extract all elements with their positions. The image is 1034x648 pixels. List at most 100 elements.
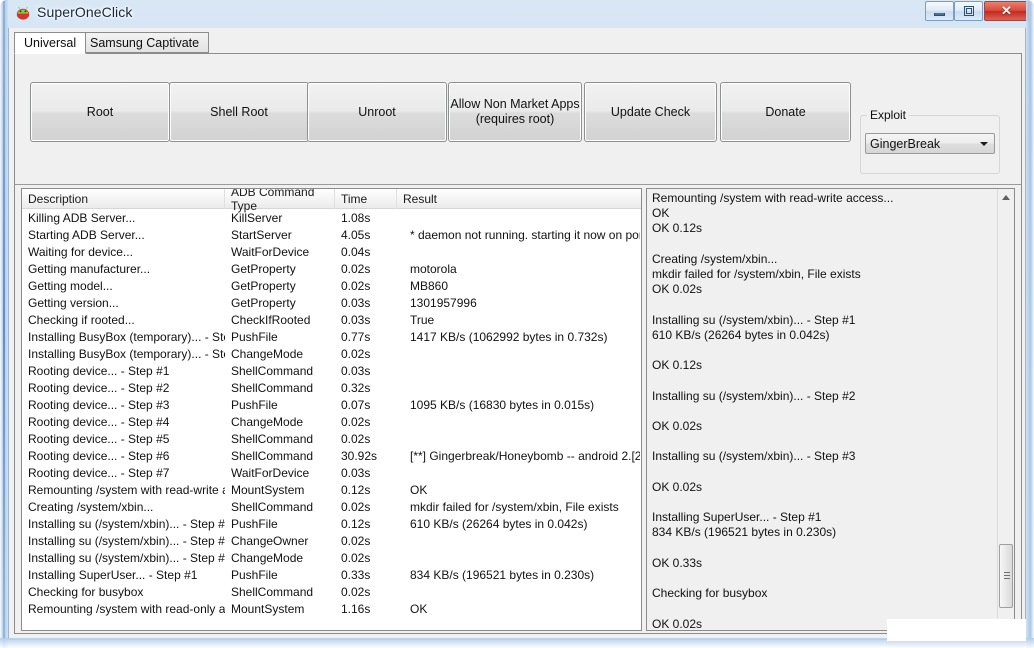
allow-non-market-apps-button[interactable]: Allow Non Market Apps (requires root) — [448, 82, 582, 142]
table-row[interactable]: Remounting /system with read-only ac... M… — [22, 601, 641, 618]
column-header-result[interactable]: Result — [397, 189, 641, 209]
table-row[interactable]: Getting model... GetProperty 0.02s MB860 — [22, 278, 641, 295]
table-cell: Rooting device... - Step #5 — [28, 432, 170, 446]
table-row[interactable]: Rooting device... - Step #6 ShellCommand 3… — [22, 448, 641, 465]
table-cell: ChangeMode — [231, 551, 304, 565]
log-text: Remounting /system with read-write acces… — [652, 191, 894, 631]
window-border-bottom — [0, 638, 1034, 648]
table-row[interactable]: Remounting /system with read-write a... M… — [22, 482, 641, 499]
column-header-time[interactable]: Time — [335, 189, 397, 209]
close-icon: ✕ — [1001, 3, 1012, 18]
table-cell: 0.02s — [341, 432, 371, 446]
table-cell — [410, 533, 640, 550]
table-row[interactable]: Installing su (/system/xbin)... - Step #… — [22, 516, 641, 533]
table-row[interactable]: Getting manufacturer... GetProperty 0.02s m… — [22, 261, 641, 278]
table-cell: Installing BusyBox (temporary)... - Step… — [28, 347, 225, 361]
table-cell — [410, 244, 640, 261]
minimize-icon — [926, 2, 953, 20]
table-cell: Killing ADB Server... — [28, 211, 136, 225]
table-cell: Rooting device... - Step #7 — [28, 466, 170, 480]
table-cell: Checking for busybox — [28, 585, 144, 599]
column-header-description[interactable]: Description — [22, 189, 225, 209]
table-row[interactable]: Creating /system/xbin... ShellCommand 0.02… — [22, 499, 641, 516]
table-row[interactable]: Checking for busybox ShellCommand 0.02s — [22, 584, 641, 601]
tab-samsung-captivate[interactable]: Samsung Captivate — [80, 32, 210, 53]
shell-root-button[interactable]: Shell Root — [169, 82, 309, 142]
table-cell: Installing su (/system/xbin)... - Step #… — [28, 517, 225, 531]
table-cell: GetProperty — [231, 262, 296, 276]
table-row[interactable]: Installing BusyBox (temporary)... - Step… — [22, 329, 641, 346]
table-row[interactable]: Rooting device... - Step #2 ShellCommand 0… — [22, 380, 641, 397]
table-row[interactable]: Rooting device... - Step #1 ShellCommand 0… — [22, 363, 641, 380]
tab-page-universal: Root Shell Root Unroot Allow Non Market … — [14, 53, 1022, 634]
table-cell: 0.02s — [341, 534, 371, 548]
donate-button[interactable]: Donate — [720, 82, 851, 142]
table-cell — [410, 346, 640, 363]
table-cell: 1.08s — [341, 211, 371, 225]
table-row[interactable]: Killing ADB Server... KillServer 1.08s — [22, 210, 641, 227]
table-cell: ShellCommand — [231, 432, 314, 446]
tab-label: Universal — [24, 36, 77, 50]
tab-universal[interactable]: Universal — [14, 32, 87, 54]
table-cell: 1417 KB/s (1062992 bytes in 0.732s) — [410, 330, 608, 344]
table-cell: Installing su (/system/xbin)... - Step #… — [28, 551, 225, 565]
android-robot-icon — [16, 6, 30, 20]
table-cell: StartServer — [231, 228, 292, 242]
table-row[interactable]: Installing su (/system/xbin)... - Step #… — [22, 533, 641, 550]
table-cell: Getting model... — [28, 279, 113, 293]
command-list[interactable]: Description ADB Command Type Time Result… — [21, 188, 642, 631]
exploit-selected-value: GingerBreak — [870, 137, 941, 151]
table-row[interactable]: Rooting device... - Step #5 ShellCommand 0… — [22, 431, 641, 448]
unroot-button[interactable]: Unroot — [307, 82, 447, 142]
title-bar[interactable]: SuperOneClick ✕ — [0, 0, 1034, 28]
maximize-button[interactable] — [954, 1, 983, 21]
column-header-adb-command-type[interactable]: ADB Command Type — [225, 189, 335, 213]
table-row[interactable]: Installing su (/system/xbin)... - Step #… — [22, 550, 641, 567]
scrollbar-thumb[interactable] — [999, 544, 1013, 608]
table-row[interactable]: Installing SuperUser... - Step #1 PushFil… — [22, 567, 641, 584]
button-label: Shell Root — [210, 104, 268, 119]
table-cell: ChangeMode — [231, 415, 304, 429]
table-cell: CheckIfRooted — [231, 313, 311, 327]
table-cell: 0.02s — [341, 500, 371, 514]
column-label: Description — [28, 192, 89, 206]
table-cell: 0.77s — [341, 330, 371, 344]
table-cell: 0.32s — [341, 381, 371, 395]
table-row[interactable]: Checking if rooted... CheckIfRooted 0.03s T… — [22, 312, 641, 329]
table-cell: GetProperty — [231, 279, 296, 293]
table-cell: 834 KB/s (196521 bytes in 0.230s) — [410, 568, 595, 582]
button-label: Update Check — [610, 104, 691, 119]
table-cell: 0.03s — [341, 313, 371, 327]
table-row[interactable]: Getting version... GetProperty 0.03s 130195… — [22, 295, 641, 312]
table-cell: 0.33s — [341, 568, 371, 582]
scroll-up-arrow-icon[interactable] — [998, 189, 1014, 206]
table-cell: 0.07s — [341, 398, 371, 412]
table-cell: MountSystem — [231, 483, 305, 497]
update-check-button[interactable]: Update Check — [584, 82, 717, 142]
table-cell — [410, 584, 640, 601]
table-cell: 0.02s — [341, 415, 371, 429]
log-panel[interactable]: Remounting /system with read-write acces… — [646, 188, 1015, 631]
table-cell — [410, 210, 640, 227]
table-cell: PushFile — [231, 330, 278, 344]
close-button[interactable]: ✕ — [984, 1, 1029, 21]
log-scrollbar[interactable] — [997, 189, 1014, 630]
button-label: Allow Non Market Apps (requires root) — [450, 97, 580, 126]
table-cell: 0.02s — [341, 262, 371, 276]
exploit-select[interactable]: GingerBreak — [865, 133, 995, 154]
minimize-button[interactable] — [925, 1, 954, 21]
table-row[interactable]: Rooting device... - Step #4 ChangeMode 0.0… — [22, 414, 641, 431]
table-cell: 1301957996 — [410, 296, 477, 310]
table-cell: 1.16s — [341, 602, 371, 616]
root-button[interactable]: Root — [30, 82, 170, 142]
tab-strip: Universal Samsung Captivate — [14, 32, 1022, 54]
table-row[interactable]: Rooting device... - Step #3 PushFile 0.07s… — [22, 397, 641, 414]
table-cell: ShellCommand — [231, 585, 314, 599]
table-row[interactable]: Waiting for device... WaitForDevice 0.04s — [22, 244, 641, 261]
table-cell: Rooting device... - Step #2 — [28, 381, 170, 395]
table-row[interactable]: Installing BusyBox (temporary)... - Step… — [22, 346, 641, 363]
table-cell: 0.02s — [341, 347, 371, 361]
table-cell: 0.03s — [341, 296, 371, 310]
table-row[interactable]: Starting ADB Server... StartServer 4.05s * … — [22, 227, 641, 244]
table-row[interactable]: Rooting device... - Step #7 WaitForDevice… — [22, 465, 641, 482]
